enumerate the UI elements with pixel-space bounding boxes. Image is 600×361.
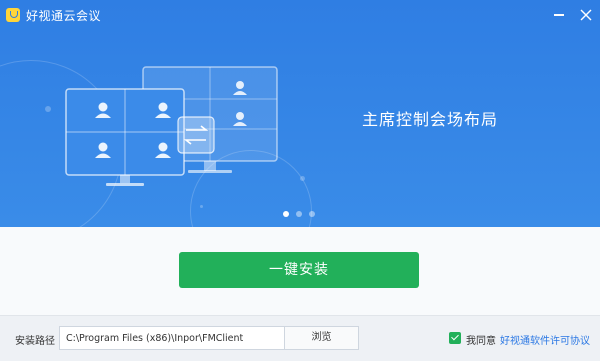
close-icon-glyph — [580, 9, 592, 21]
one-click-install-button[interactable]: 一键安装 — [179, 252, 419, 288]
install-area: 一键安装 — [0, 227, 600, 315]
banner: 好视通云会议 主席控制会场布局 — [0, 0, 600, 227]
install-path-input[interactable] — [59, 326, 285, 350]
title-bar: 好视通云会议 — [0, 0, 600, 32]
carousel-dot-2[interactable] — [296, 211, 302, 217]
window-title: 好视通云会议 — [26, 9, 102, 23]
bottom-bar: 安装路径 浏览 我同意 好视通软件许可协议 — [0, 315, 600, 361]
agree-label: 我同意 — [466, 336, 496, 347]
close-icon[interactable] — [575, 4, 597, 26]
browse-button[interactable]: 浏览 — [284, 326, 359, 350]
installer-window: 好视通云会议 主席控制会场布局 一键安装 安装路径 C:\Program Fil… — [0, 0, 600, 361]
decorative-dot — [300, 176, 305, 181]
decorative-dot — [200, 205, 203, 208]
app-logo-icon — [6, 8, 20, 22]
swap-icon — [177, 116, 215, 154]
install-path-label: 安装路径 — [15, 336, 55, 347]
minimize-icon[interactable] — [548, 4, 570, 26]
license-agreement-link[interactable]: 好视通软件许可协议 — [500, 332, 590, 347]
agree-checkbox[interactable] — [449, 332, 461, 344]
slide-title: 主席控制会场布局 — [362, 110, 499, 129]
carousel-dot-1[interactable] — [283, 211, 289, 217]
front-monitor — [65, 88, 185, 186]
carousel-dot-3[interactable] — [309, 211, 315, 217]
monitors-illustration — [65, 66, 278, 186]
